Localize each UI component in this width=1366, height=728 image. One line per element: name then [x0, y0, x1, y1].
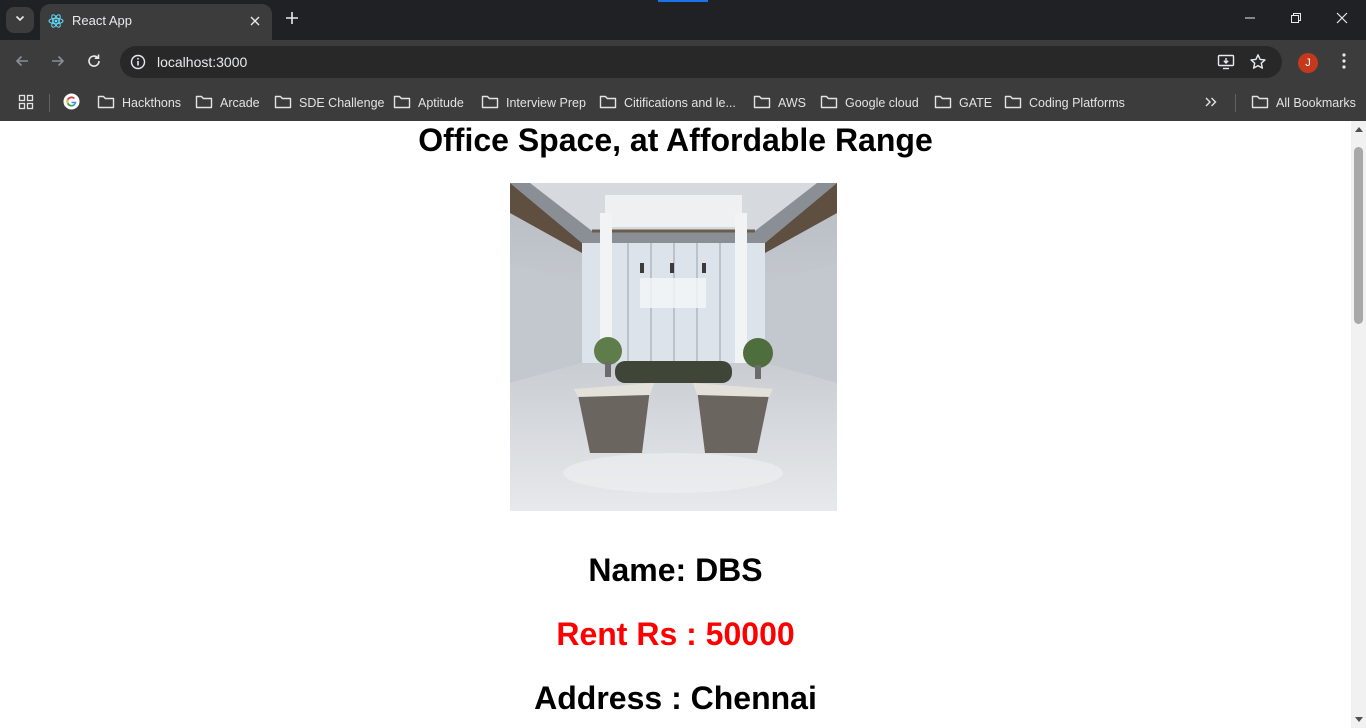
browser-menu-button[interactable] [1334, 51, 1354, 75]
bookmark-label: Hackthons [122, 96, 182, 110]
plus-icon [285, 11, 299, 30]
folder-icon [1251, 94, 1269, 113]
bookmark-label: GATE [959, 96, 993, 110]
close-window-button[interactable] [1320, 4, 1364, 36]
bookmark-folder-arcade[interactable]: Arcade [195, 93, 260, 113]
bookmark-label: Arcade [220, 96, 260, 110]
folder-icon [195, 94, 213, 113]
back-arrow-icon [14, 53, 30, 74]
page-title: Office Space, at Affordable Range [418, 122, 933, 158]
address-bar[interactable]: localhost:3000 [120, 46, 1282, 78]
bookmark-folder-certifications[interactable]: Citifications and le... [599, 93, 736, 113]
bookmark-folder-google-cloud[interactable]: Google cloud [820, 93, 919, 113]
google-icon [63, 93, 80, 113]
url-text[interactable]: localhost:3000 [157, 54, 247, 70]
minimize-button[interactable] [1228, 4, 1272, 36]
bookmark-label: Coding Platforms [1029, 96, 1125, 110]
bookmark-label: Citifications and le... [624, 96, 736, 110]
folder-icon [481, 94, 499, 113]
kebab-menu-icon [1342, 52, 1346, 74]
back-button[interactable] [8, 49, 36, 77]
restore-button[interactable] [1274, 4, 1318, 36]
apps-grid-icon [18, 94, 34, 113]
folder-icon [1004, 94, 1022, 113]
scrollbar-thumb[interactable] [1354, 147, 1363, 324]
office-name: Name: DBS [588, 552, 763, 588]
chevron-down-icon [14, 11, 26, 29]
new-tab-button[interactable] [280, 8, 304, 32]
folder-icon [599, 94, 617, 113]
minimize-icon [1244, 11, 1256, 29]
bookmark-folder-aws[interactable]: AWS [753, 93, 806, 113]
avatar-initial: J [1305, 57, 1311, 69]
google-bookmark[interactable] [63, 93, 80, 113]
bookmark-folder-sde-challenge[interactable]: SDE Challenge [274, 93, 384, 113]
folder-icon [97, 94, 115, 113]
office-space-image [510, 183, 837, 511]
office-rent: Rent Rs : 50000 [556, 616, 795, 652]
bookmarks-overflow-button[interactable] [1204, 93, 1218, 113]
reload-button[interactable] [80, 49, 108, 77]
bookmark-folder-aptitude[interactable]: Aptitude [393, 93, 464, 113]
page-scrollbar[interactable] [1351, 121, 1366, 728]
office-address: Address : Chennai [534, 680, 817, 716]
bookmark-label: AWS [778, 96, 807, 110]
folder-icon [393, 94, 411, 113]
bookmarks-divider [49, 94, 50, 112]
bookmark-folder-coding-platforms[interactable]: Coding Platforms [1004, 93, 1125, 113]
folder-icon [753, 94, 771, 113]
tab-strip: React App [0, 0, 1366, 40]
tab-search-button[interactable] [6, 7, 34, 33]
browser-tab[interactable]: React App [40, 4, 272, 40]
install-app-icon[interactable] [1216, 52, 1236, 72]
react-icon [48, 13, 64, 29]
bookmark-label: Aptitude [418, 96, 464, 110]
bookmarks-divider [1235, 94, 1236, 112]
bookmark-label: All Bookmarks [1276, 96, 1356, 110]
close-icon [1336, 11, 1348, 29]
star-icon[interactable] [1248, 52, 1268, 72]
scroll-down-arrow-icon[interactable] [1354, 715, 1363, 725]
forward-button[interactable] [44, 49, 72, 77]
tab-title: React App [72, 13, 132, 28]
tab-strip-accent [658, 0, 708, 2]
bookmark-label: Google cloud [845, 96, 919, 110]
bookmark-label: Interview Prep [506, 96, 586, 110]
bookmark-folder-hackthons[interactable]: Hackthons [97, 93, 181, 113]
reload-icon [86, 53, 102, 74]
forward-arrow-icon [50, 53, 66, 74]
restore-icon [1290, 11, 1302, 29]
page-content: Office Space, at Affordable Range Name: … [0, 121, 1351, 728]
bookmark-label: SDE Challenge [299, 96, 385, 110]
folder-icon [274, 94, 292, 113]
profile-avatar[interactable]: J [1298, 53, 1318, 73]
folder-icon [934, 94, 952, 113]
double-chevron-icon [1204, 96, 1218, 111]
bookmarks-bar: Hackthons Arcade SDE Challenge Aptitude … [0, 85, 1366, 121]
bookmark-folder-interview-prep[interactable]: Interview Prep [481, 93, 586, 113]
info-icon[interactable] [128, 52, 148, 72]
close-icon[interactable] [246, 12, 264, 30]
folder-icon [820, 94, 838, 113]
bookmark-folder-gate[interactable]: GATE [934, 93, 992, 113]
scroll-up-arrow-icon[interactable] [1354, 124, 1363, 134]
all-bookmarks-folder[interactable]: All Bookmarks [1251, 93, 1356, 113]
browser-toolbar: localhost:3000 J [0, 40, 1366, 85]
apps-button[interactable] [18, 93, 34, 113]
